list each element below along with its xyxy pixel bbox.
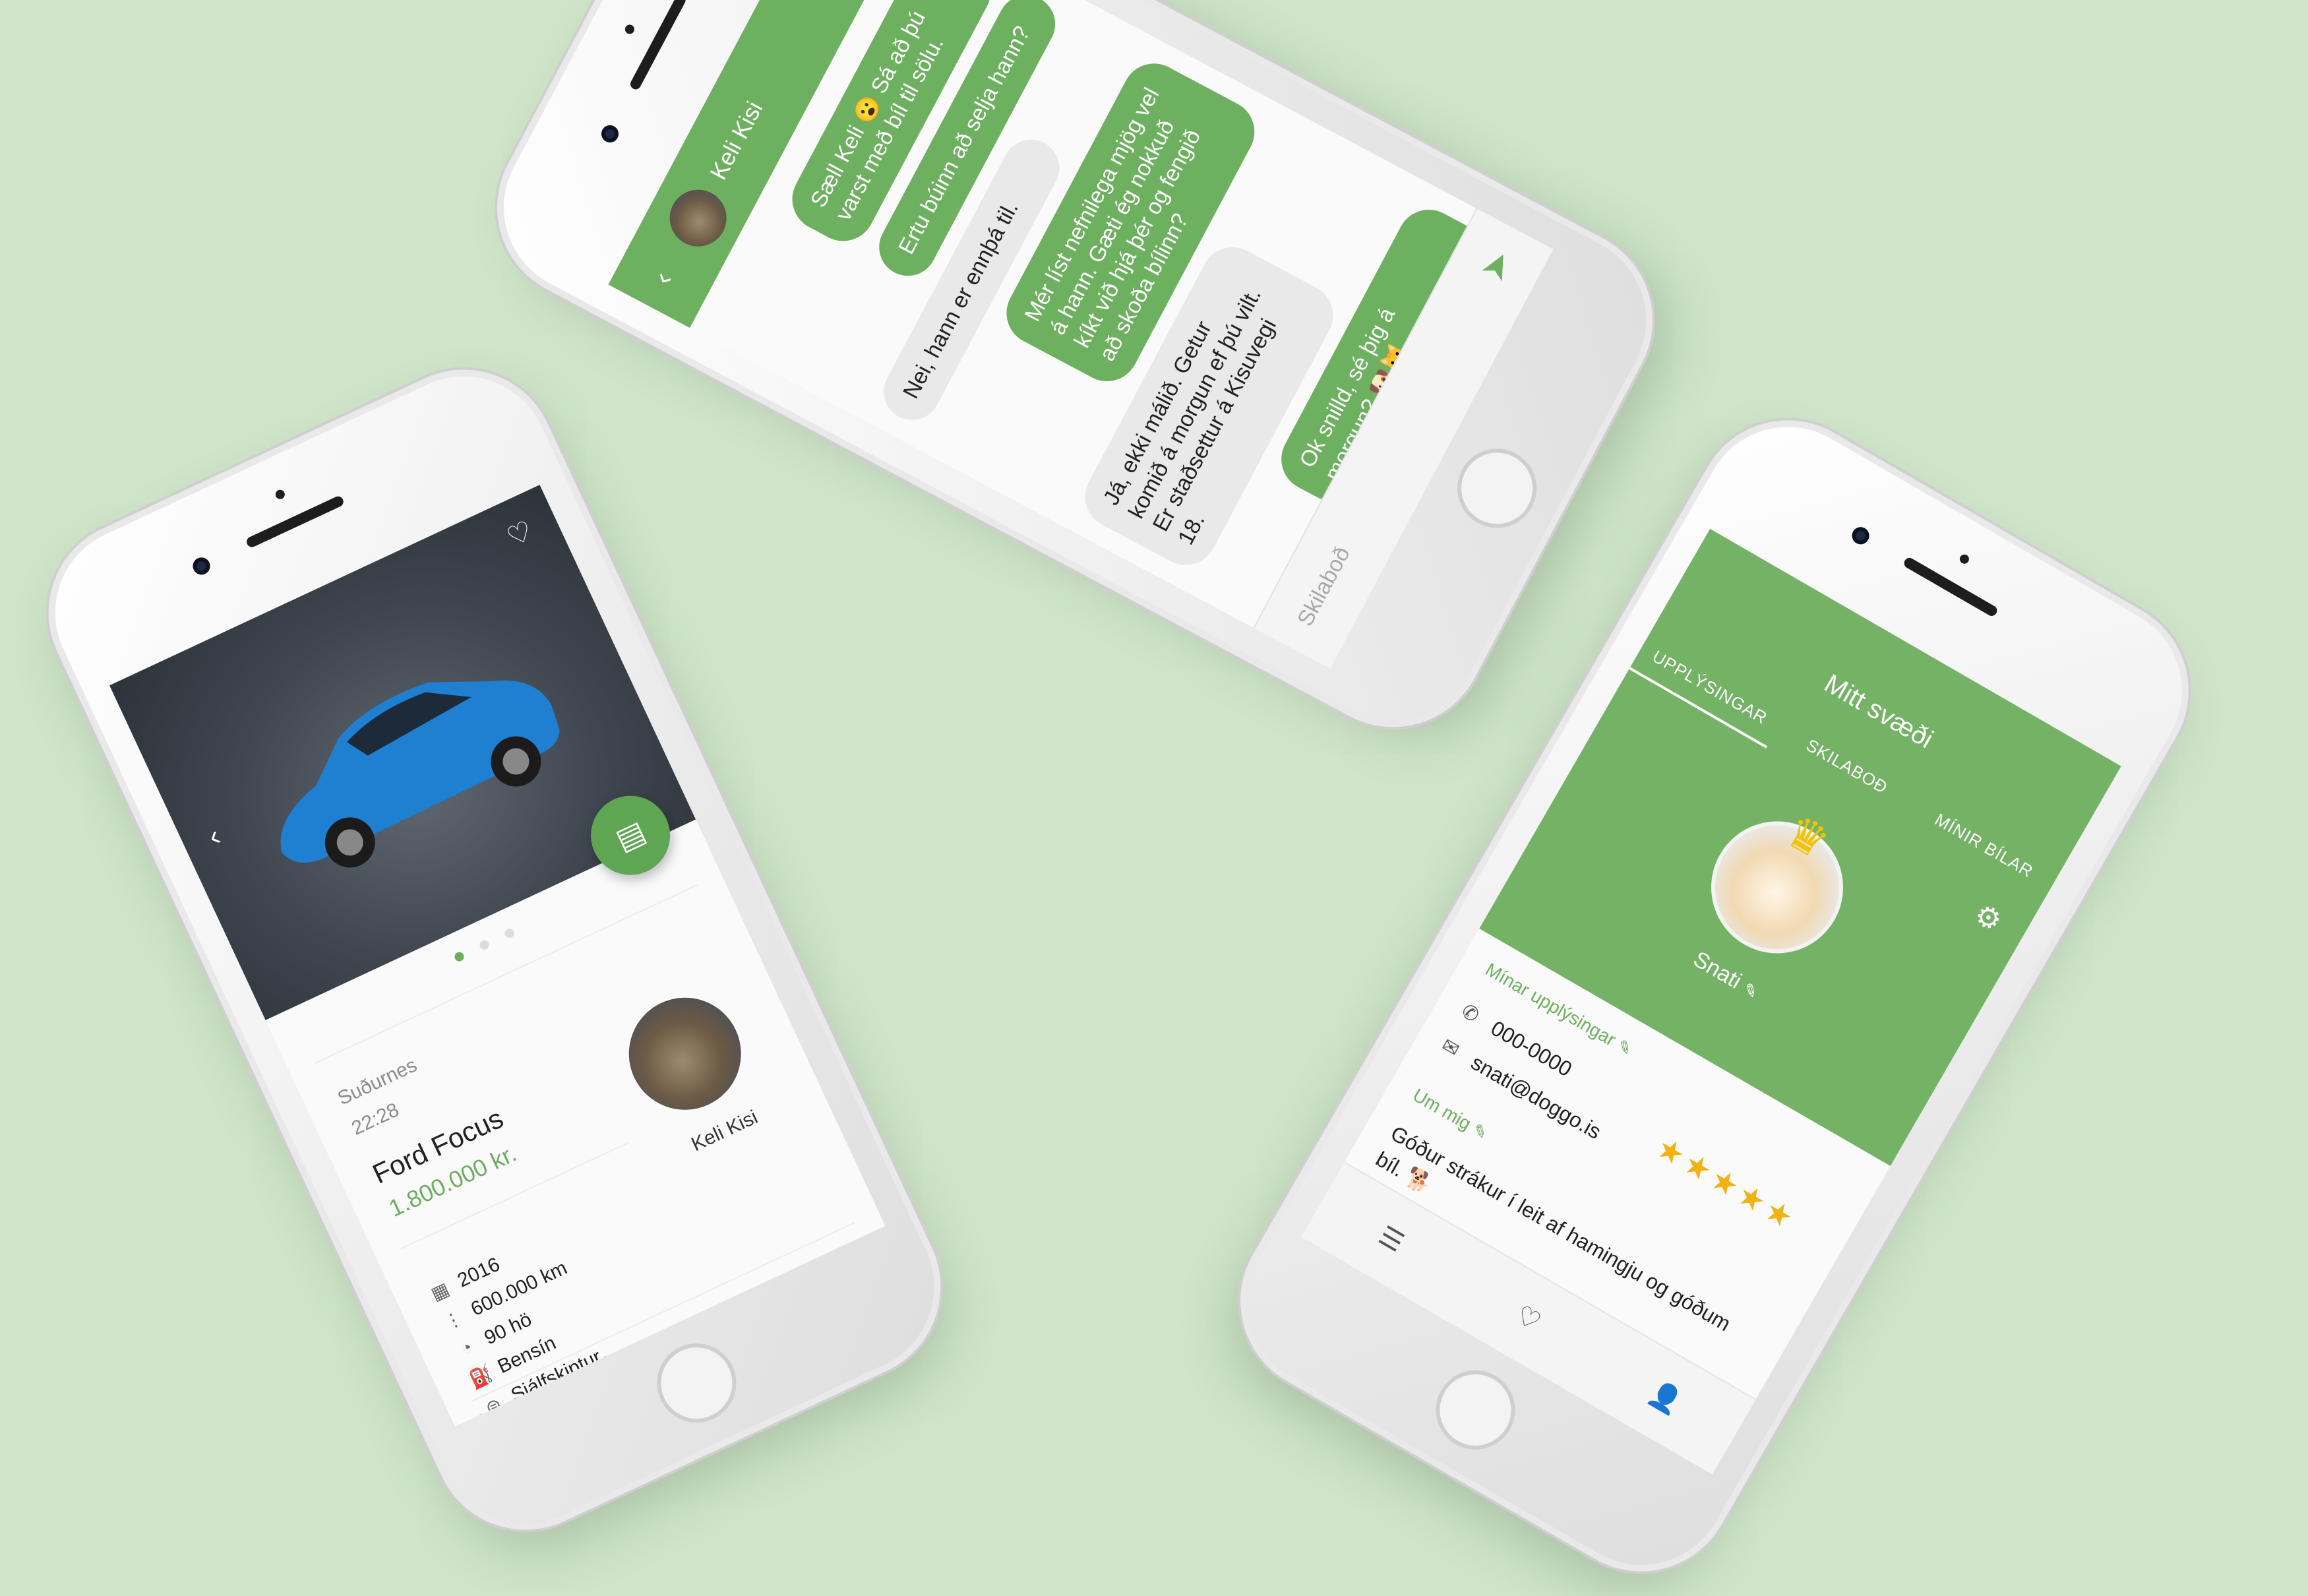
home-button[interactable] [1443, 435, 1551, 542]
phone-chat: ‹ Keli Kisi Sæll Keli 😮 Sá að þú varst m… [473, 0, 1676, 751]
edit-icon[interactable]: ✎ [1469, 1119, 1492, 1144]
message-input[interactable]: Skilaboð [1292, 543, 1356, 630]
phone-speaker [245, 495, 346, 549]
phone-camera [1848, 524, 1873, 548]
car-illustration [280, 680, 560, 868]
contact-name: Keli Kisi [704, 96, 768, 185]
phone-icon: ✆ [1457, 1000, 1483, 1028]
chat-screen: ‹ Keli Kisi Sæll Keli 😮 Sá að þú varst m… [608, 0, 1554, 669]
rating-stars: ★★★★★ [1651, 1129, 1804, 1238]
listing-time: 22:28 [348, 1099, 403, 1140]
phone-camera [598, 122, 622, 146]
photo-dot[interactable] [478, 938, 491, 952]
photo-dot[interactable] [503, 927, 516, 940]
phone-sensor [1958, 553, 1971, 566]
calendar-icon: ▦ [427, 1277, 452, 1304]
car-listing-screen: ‹ ♡ ▤ Suðurnes 22:28 Ford Focus 1.800.00… [109, 485, 886, 1427]
home-button[interactable] [1421, 1355, 1530, 1464]
seller-avatar[interactable] [610, 979, 760, 1128]
send-icon[interactable]: ➤ [1471, 243, 1521, 289]
mail-icon: ✉ [1438, 1034, 1463, 1062]
listing-location: Suðurnes [334, 1054, 421, 1110]
edit-icon[interactable]: ✎ [1740, 979, 1762, 1003]
road-icon: ⋮ [440, 1306, 466, 1334]
phone-speaker [1902, 555, 1999, 618]
back-icon[interactable]: ‹ [203, 820, 226, 854]
back-icon[interactable]: ‹ [646, 266, 680, 290]
avatar[interactable] [1687, 797, 1868, 978]
phone-camera [190, 555, 213, 578]
photo-dot[interactable] [453, 950, 466, 963]
profile-header: Mitt svæði UPPLÝSINGAR SKILABOÐ MÍNIR BÍ… [1479, 528, 2121, 1166]
heart-icon[interactable]: ♡ [502, 514, 538, 553]
phone-car-listing: ‹ ♡ ▤ Suðurnes 22:28 Ford Focus 1.800.00… [26, 348, 963, 1552]
home-button[interactable] [644, 1330, 750, 1436]
phone-speaker [628, 0, 688, 92]
contact-avatar[interactable] [659, 179, 737, 257]
gear-icon[interactable]: ⚙ [1968, 897, 2008, 939]
speedometer-icon: ◔ [457, 1336, 476, 1360]
photo-pager[interactable] [453, 927, 516, 963]
message-icon: ▤ [610, 813, 651, 857]
fuel-icon: ⛽ [466, 1363, 496, 1391]
phone-sensor [623, 22, 636, 36]
edit-icon[interactable]: ✎ [1614, 1035, 1636, 1060]
phone-sensor [274, 488, 287, 501]
